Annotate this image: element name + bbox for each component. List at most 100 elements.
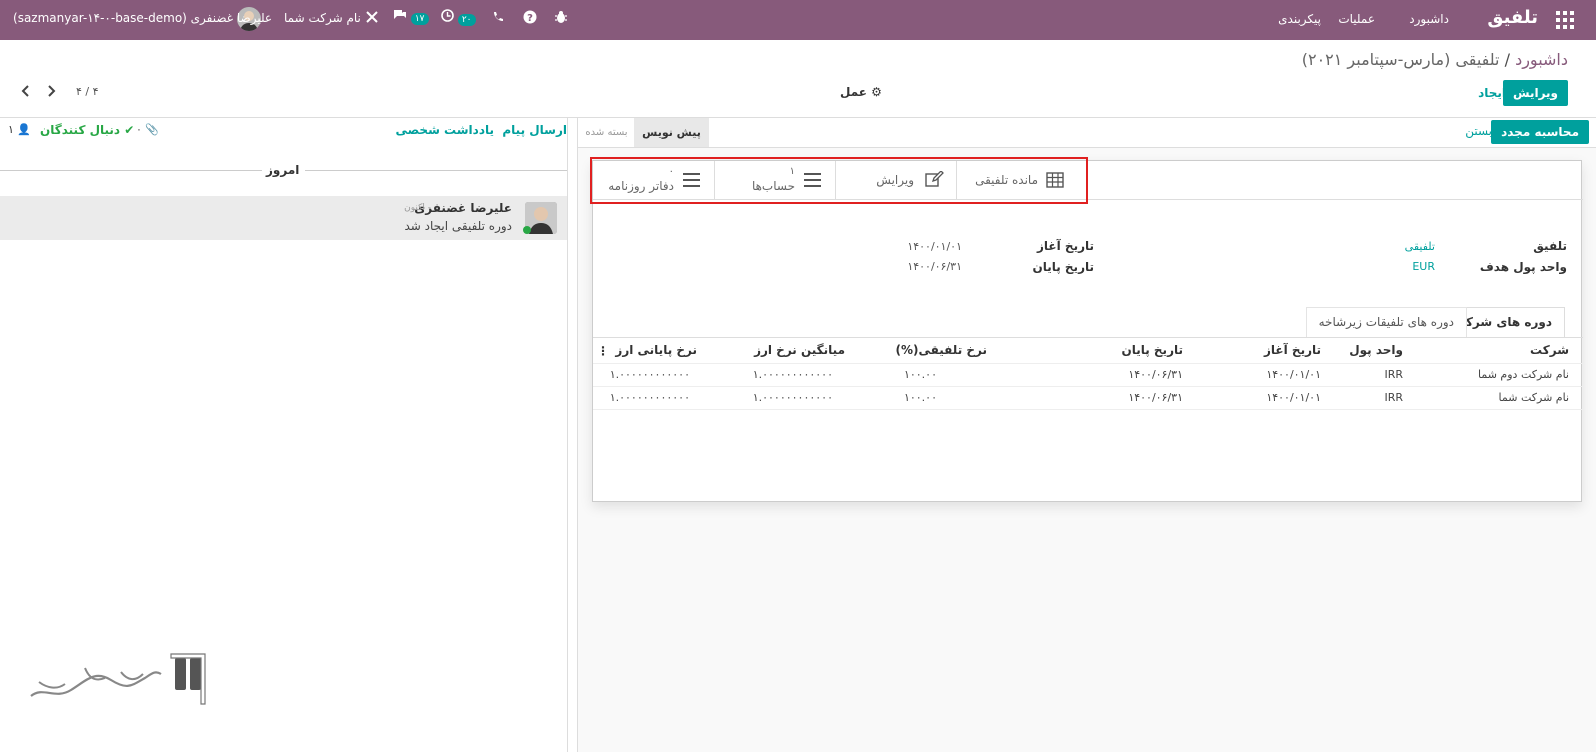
balance-label: مانده تلفیقی	[975, 173, 1038, 187]
separator-line	[0, 170, 262, 171]
gear-icon: ⚙	[871, 85, 882, 99]
button-box: مانده تلفیقی ویرایش ۱ حساب‌ها ۰ دفاتر رو…	[590, 157, 1583, 204]
follow-button[interactable]: ✔ دنبال کنندگان	[40, 123, 134, 137]
bug-icon[interactable]	[554, 10, 568, 27]
attachments-button[interactable]: ۰ 📎	[136, 123, 159, 136]
form-view: محاسبه مجدد بستن پیش نویس بسته شده مانده…	[577, 118, 1596, 752]
col-currency[interactable]: واحد پول	[1349, 343, 1403, 357]
pencil-icon	[925, 171, 944, 187]
cell-start-date: ۱۴۰۰/۰۱/۰۱	[1266, 391, 1321, 404]
list-icon	[683, 173, 700, 187]
menu-configuration[interactable]: پیکربندی	[1278, 12, 1321, 26]
breadcrumb-current: تلفیقی (مارس-سپتامبر ۲۰۲۱)	[1301, 50, 1500, 69]
periods-table: شرکت واحد پول تاریخ آغاز تاریخ پایان نرخ…	[593, 337, 1583, 410]
cell-company: نام شرکت شما	[1498, 391, 1569, 404]
stage-draft[interactable]: پیش نویس	[634, 118, 709, 147]
cell-end-date: ۱۴۰۰/۰۶/۳۱	[1128, 391, 1183, 404]
chat-badge: ۱۷	[410, 13, 429, 25]
currency-value[interactable]: EUR	[1412, 260, 1435, 273]
company-switcher[interactable]: نام شرکت شما	[284, 11, 361, 25]
user-name: علیرضا غضنفری (sazmanyar-۱۴-۰-base-demo)	[13, 11, 273, 25]
cell-end-rate: ۱.۰۰۰۰۰۰۰۰۰۰۰۰	[609, 391, 690, 404]
control-panel: داشبورد / تلفیقی (مارس-سپتامبر ۲۰۲۱) ویر…	[0, 40, 1596, 118]
table-icon	[1046, 172, 1064, 188]
recompute-button[interactable]: محاسبه مجدد	[1491, 120, 1589, 144]
separator-line	[305, 170, 567, 171]
cell-avg-rate: ۱.۰۰۰۰۰۰۰۰۰۰۰۰	[752, 391, 833, 404]
accounts-count: ۱	[789, 166, 795, 177]
activity-badge: ۲۰	[457, 14, 476, 26]
col-start-date[interactable]: تاریخ آغاز	[1264, 343, 1321, 357]
form-sheet: مانده تلفیقی ویرایش ۱ حساب‌ها ۰ دفاتر رو…	[590, 157, 1583, 502]
apps-menu-icon[interactable]	[1556, 11, 1574, 29]
online-status-icon	[523, 226, 531, 234]
breadcrumb-root[interactable]: داشبورد	[1515, 50, 1568, 69]
breadcrumb: داشبورد / تلفیقی (مارس-سپتامبر ۲۰۲۱)	[1302, 50, 1568, 69]
user-menu[interactable]: علیرضا غضنفری (sazmanyar-۱۴-۰-base-demo)	[13, 11, 272, 25]
create-button[interactable]: ایجاد	[1478, 86, 1506, 100]
follow-label: دنبال کنندگان	[40, 123, 121, 137]
clock-icon	[441, 9, 454, 22]
check-icon: ✔	[124, 123, 135, 137]
pane-divider	[567, 118, 568, 752]
list-icon	[804, 173, 821, 187]
accounts-label: حساب‌ها	[751, 179, 795, 193]
cell-company: نام شرکت دوم شما	[1478, 368, 1569, 381]
followers-count: ۱	[8, 123, 14, 136]
cell-end-date: ۱۴۰۰/۰۶/۳۱	[1128, 368, 1183, 381]
col-company[interactable]: شرکت	[1530, 343, 1569, 357]
tools-icon[interactable]	[366, 11, 378, 26]
currency-label: واحد پول هدف	[1479, 260, 1567, 274]
consolidation-label: تلفیق	[1533, 239, 1567, 253]
menu-dashboard[interactable]: داشبورد	[1409, 12, 1449, 26]
attachments-count: ۰	[136, 123, 142, 136]
cell-start-date: ۱۴۰۰/۰۱/۰۱	[1266, 368, 1321, 381]
menu-operations[interactable]: عملیات	[1338, 12, 1375, 26]
col-avg-rate[interactable]: میانگین نرخ ارز	[754, 343, 845, 357]
journals-label: دفاتر روزنامه	[608, 179, 674, 193]
journals-smart-button[interactable]: ۰ دفاتر روزنامه	[593, 161, 714, 199]
pager-next-icon[interactable]	[45, 84, 57, 101]
edit-smart-button[interactable]: ویرایش	[835, 161, 956, 199]
stage-closed[interactable]: بسته شده	[584, 118, 629, 147]
col-end-rate[interactable]: نرخ پایانی ارز	[615, 343, 697, 357]
cell-avg-rate: ۱.۰۰۰۰۰۰۰۰۰۰۰۰	[752, 368, 833, 381]
pager-value[interactable]: ۴ / ۴	[76, 85, 99, 98]
tab-sub-consolidations[interactable]: دوره های تلفیقات زیرشاخه	[1305, 307, 1467, 337]
action-menu[interactable]: ⚙ عمل	[840, 85, 882, 99]
followers-button[interactable]: ۱ 👤	[8, 123, 31, 136]
send-message-button[interactable]: ارسال پیام	[502, 123, 567, 137]
edit-button[interactable]: ویرایش	[1502, 80, 1568, 106]
edit-smart-label: ویرایش	[876, 173, 914, 187]
paperclip-icon: 📎	[145, 123, 160, 136]
col-rate[interactable]: نرخ تلفیقی(%)	[895, 343, 987, 357]
consolidation-value[interactable]: تلفیقی	[1405, 240, 1435, 253]
col-end-date[interactable]: تاریخ پایان	[1121, 343, 1183, 357]
start-date-label: تاریخ آغاز	[1037, 239, 1094, 253]
chat-icon	[394, 10, 406, 19]
optional-columns-icon[interactable]: ⋮	[597, 344, 609, 358]
log-note-button[interactable]: یادداشت شخصی	[395, 123, 494, 137]
status-bar: محاسبه مجدد بستن پیش نویس بسته شده	[578, 118, 1596, 148]
start-date-value[interactable]: ۱۴۰۰/۰۱/۰۱	[907, 240, 962, 253]
end-date-label: تاریخ پایان	[1032, 260, 1094, 274]
help-icon[interactable]: ?	[523, 10, 537, 27]
pager-previous-icon[interactable]	[20, 84, 32, 101]
message-time: - اکنون	[404, 203, 431, 213]
accounts-smart-button[interactable]: ۱ حساب‌ها	[714, 161, 835, 199]
action-label: عمل	[840, 85, 867, 99]
message-body: دوره تلفیقی ایجاد شد	[404, 219, 512, 233]
cell-currency: IRR	[1384, 368, 1403, 381]
end-date-value[interactable]: ۱۴۰۰/۰۶/۳۱	[907, 260, 962, 273]
user-icon: 👤	[17, 123, 32, 136]
activity-button[interactable]: ۲۰	[441, 9, 476, 26]
messaging-button[interactable]: ۱۷	[393, 9, 429, 25]
app-brand[interactable]: تلفیق	[1487, 7, 1538, 28]
breadcrumb-separator: /	[1504, 50, 1510, 69]
phone-icon[interactable]	[492, 11, 504, 26]
close-button[interactable]: بستن	[1465, 124, 1492, 138]
date-separator: امروز	[266, 163, 300, 177]
cell-currency: IRR	[1384, 391, 1403, 404]
top-navbar: تلفیق داشبورد عملیات پیکربندی ? ۲۰ ۱۷ نا…	[0, 0, 1596, 40]
balance-smart-button[interactable]: مانده تلفیقی	[956, 161, 1078, 199]
